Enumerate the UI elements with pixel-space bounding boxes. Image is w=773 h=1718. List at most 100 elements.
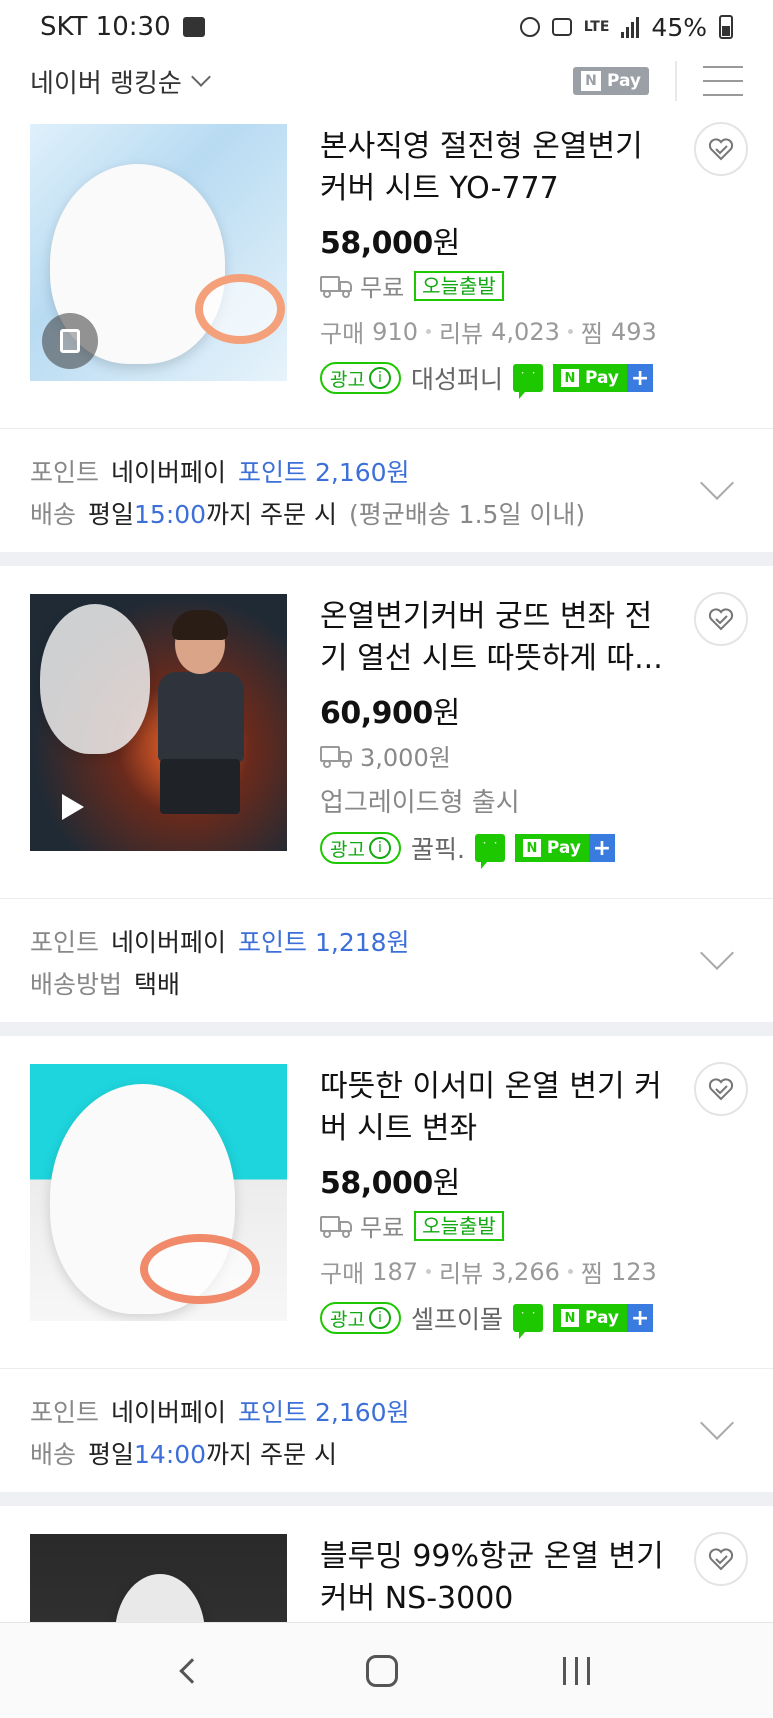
dot-separator bbox=[425, 329, 431, 334]
seller-name[interactable]: 셀프이몰 bbox=[411, 1300, 503, 1336]
point-amount: 포인트 2,160원 bbox=[238, 458, 410, 487]
naverpay-label: 네이버페이 bbox=[111, 1398, 227, 1427]
delivery-day: 평일 bbox=[88, 500, 135, 529]
price-unit: 원 bbox=[432, 226, 461, 261]
delivery-label: 배송 bbox=[30, 1440, 77, 1469]
product-thumbnail[interactable] bbox=[30, 1534, 287, 1622]
delivery-label: 배송방법 bbox=[30, 970, 123, 999]
delivery-method: 택배 bbox=[134, 970, 181, 999]
sort-label: 네이버 랭킹순 bbox=[30, 68, 182, 99]
talk-icon[interactable] bbox=[474, 834, 505, 869]
delivery-label: 배송 bbox=[30, 500, 77, 529]
product-card[interactable]: 따뜻한 이서미 온열 변기 커버 시트 변좌 58,000원 무료 오늘출발 구… bbox=[0, 1048, 773, 1368]
product-subtext: 업그레이드형 출시 bbox=[320, 788, 520, 818]
gallery-icon[interactable] bbox=[42, 313, 98, 369]
product-thumbnail[interactable] bbox=[30, 594, 287, 851]
wishlist-button[interactable] bbox=[694, 122, 748, 176]
zzim-label: 찜 bbox=[580, 320, 603, 348]
price-unit: 원 bbox=[432, 696, 461, 731]
product-price: 58,000원 bbox=[320, 1158, 460, 1202]
shipping-fee: 무료 bbox=[360, 1214, 405, 1242]
heart-icon bbox=[708, 138, 734, 161]
talk-icon[interactable] bbox=[512, 364, 543, 399]
signal-icon bbox=[621, 16, 640, 38]
delivery-time: 14:00 bbox=[134, 1440, 207, 1469]
chevron-down-icon[interactable] bbox=[700, 466, 734, 500]
delivery-suffix: 까지 주문 시 bbox=[206, 500, 337, 529]
point-label: 포인트 bbox=[30, 1398, 100, 1427]
npay-n-icon: N bbox=[522, 839, 541, 857]
product-title[interactable]: 블루밍 99%항균 온열 변기 커버 NS-3000 bbox=[320, 1536, 670, 1620]
dot-separator bbox=[567, 329, 573, 334]
product-card[interactable]: 온열변기커버 궁뜨 변좌 전기 열선 시트 따뜻하게 따... 60,900원 … bbox=[0, 578, 773, 898]
product-title[interactable]: 본사직영 절전형 온열변기커버 시트 YO-777 bbox=[320, 126, 670, 210]
section-separator bbox=[0, 552, 773, 566]
list-view-icon[interactable] bbox=[703, 66, 743, 96]
toilet-seat-image bbox=[115, 1574, 205, 1622]
back-icon[interactable] bbox=[178, 1657, 205, 1684]
delivery-time: 15:00 bbox=[134, 500, 207, 529]
truck-icon bbox=[320, 274, 354, 298]
person-image bbox=[150, 610, 250, 824]
chevron-down-icon[interactable] bbox=[700, 936, 734, 970]
ad-badge[interactable]: 광고 i bbox=[320, 832, 401, 864]
home-icon[interactable] bbox=[365, 1654, 398, 1687]
ad-badge[interactable]: 광고 i bbox=[320, 362, 401, 394]
heart-icon bbox=[708, 608, 734, 631]
product-stats: 구매 910 리뷰 4,023 찜 493 bbox=[320, 314, 657, 349]
product-title[interactable]: 온열변기커버 궁뜨 변좌 전기 열선 시트 따뜻하게 따... bbox=[320, 596, 670, 680]
seller-name[interactable]: 대성퍼니 bbox=[411, 360, 503, 396]
info-icon: i bbox=[368, 837, 391, 859]
gallery-notification-icon bbox=[182, 17, 205, 37]
truck-icon bbox=[320, 1214, 354, 1238]
battery-icon bbox=[719, 15, 733, 39]
point-label: 포인트 bbox=[30, 458, 100, 487]
truck-icon bbox=[320, 744, 354, 768]
point-row: 포인트 네이버페이 포인트 2,160원 bbox=[30, 1393, 410, 1429]
npay-plus-icon: + bbox=[627, 364, 654, 392]
npay-label: Pay bbox=[546, 838, 581, 858]
npay-label: Pay bbox=[584, 368, 620, 388]
point-amount: 포인트 2,160원 bbox=[238, 1398, 410, 1427]
delivery-suffix: 까지 주문 시 bbox=[206, 1440, 337, 1469]
delivery-note: (평균배송 1.5일 이내) bbox=[348, 500, 586, 529]
product-title[interactable]: 따뜻한 이서미 온열 변기 커버 시트 변좌 bbox=[320, 1066, 670, 1150]
wishlist-button[interactable] bbox=[694, 592, 748, 646]
product-thumbnail[interactable] bbox=[30, 124, 287, 381]
shipping-fee: 3,000원 bbox=[360, 744, 451, 772]
product-thumbnail[interactable] bbox=[30, 1064, 287, 1321]
chevron-down-icon[interactable] bbox=[700, 1406, 734, 1440]
price-unit: 원 bbox=[432, 1166, 461, 1201]
npay-filter-button[interactable]: N Pay bbox=[572, 67, 649, 95]
ad-label: 광고 bbox=[330, 368, 365, 391]
point-row: 포인트 네이버페이 포인트 1,218원 bbox=[30, 923, 410, 959]
product-stats: 구매 187 리뷰 3,266 찜 123 bbox=[320, 1254, 657, 1289]
npay-filter-label: Pay bbox=[606, 71, 641, 91]
ad-badge[interactable]: 광고 i bbox=[320, 1302, 401, 1334]
talk-icon[interactable] bbox=[512, 1304, 543, 1339]
zzim-count: 123 bbox=[610, 1257, 657, 1286]
alarm-icon bbox=[519, 17, 540, 37]
wishlist-button[interactable] bbox=[694, 1532, 748, 1586]
battery-percent: 45% bbox=[651, 12, 707, 42]
play-icon[interactable] bbox=[62, 794, 84, 820]
divider bbox=[675, 61, 677, 101]
product-card[interactable]: 블루밍 99%항균 온열 변기 커버 NS-3000 bbox=[0, 1518, 773, 1622]
info-icon: i bbox=[368, 367, 391, 389]
point-label: 포인트 bbox=[30, 928, 100, 957]
npay-n-icon: N bbox=[560, 1309, 579, 1327]
product-card[interactable]: 본사직영 절전형 온열변기커버 시트 YO-777 58,000원 무료 오늘출… bbox=[0, 108, 773, 428]
product-extra-info: 포인트 네이버페이 포인트 2,160원 배송 평일 15:00까지 주문 시 … bbox=[0, 428, 773, 548]
wishlist-button[interactable] bbox=[694, 1062, 748, 1116]
dot-separator bbox=[567, 1269, 573, 1274]
seat-ring-image bbox=[140, 1234, 260, 1304]
point-amount: 포인트 1,218원 bbox=[238, 928, 410, 957]
section-separator bbox=[0, 1492, 773, 1506]
seller-name[interactable]: 꿀픽. bbox=[411, 830, 465, 866]
info-icon: i bbox=[368, 1307, 391, 1329]
point-row: 포인트 네이버페이 포인트 2,160원 bbox=[30, 453, 410, 489]
shipping-info: 무료 오늘출발 bbox=[320, 268, 504, 303]
buy-label: 구매 bbox=[320, 1260, 365, 1288]
sort-dropdown[interactable]: 네이버 랭킹순 bbox=[30, 63, 211, 100]
recent-apps-icon[interactable] bbox=[563, 1656, 591, 1685]
